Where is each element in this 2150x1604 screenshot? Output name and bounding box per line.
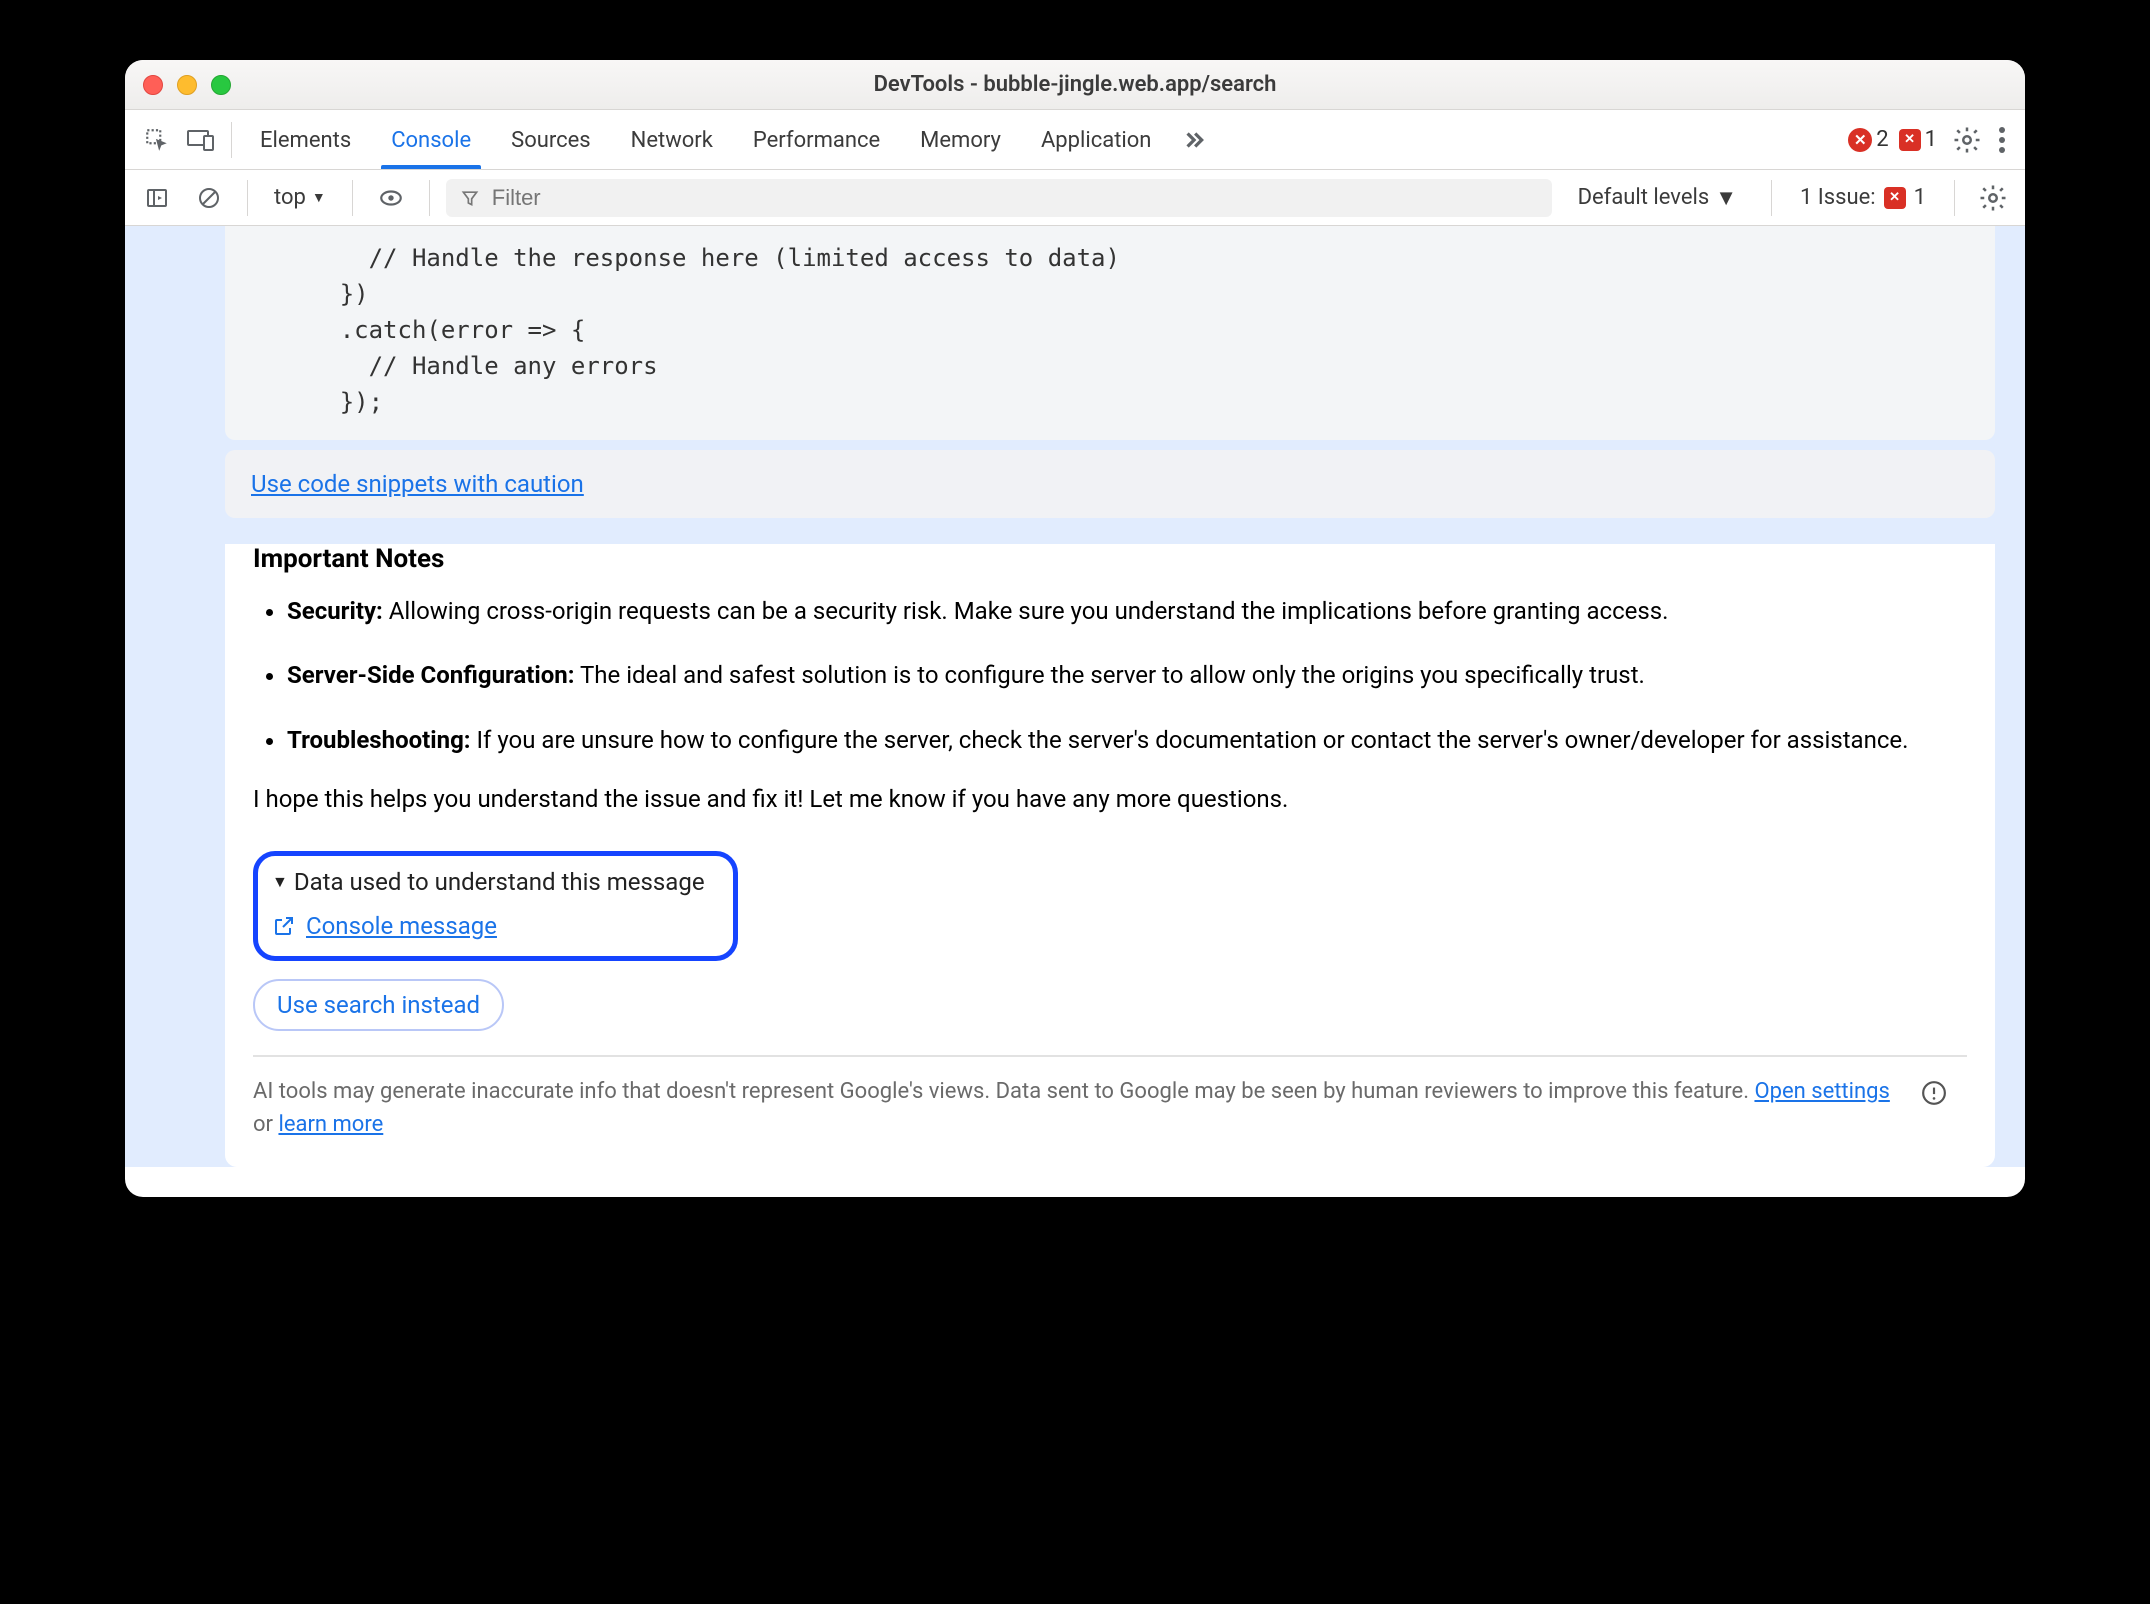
divider xyxy=(352,180,353,216)
status-badges: ✕ 2 ✕ 1 xyxy=(1848,127,1937,152)
clear-console-icon[interactable] xyxy=(187,176,231,220)
tab-network[interactable]: Network xyxy=(611,111,733,168)
dropdown-icon: ▼ xyxy=(1715,185,1737,211)
issues-count: 1 xyxy=(1914,185,1926,210)
inspect-element-icon[interactable] xyxy=(135,118,179,162)
ai-footer: AI tools may generate inaccurate info th… xyxy=(253,1055,1967,1167)
issue-count-top: 1 xyxy=(1925,127,1937,152)
divider xyxy=(1954,180,1955,216)
important-notes-heading: Important Notes xyxy=(253,544,1967,574)
list-item: Troubleshooting: If you are unsure how t… xyxy=(287,721,1967,759)
device-toggle-icon[interactable] xyxy=(179,118,223,162)
divider xyxy=(231,122,232,158)
tab-strip: Elements Console Sources Network Perform… xyxy=(240,111,1171,168)
error-icon: ✕ xyxy=(1848,128,1872,152)
list-item: Server-Side Configuration: The ideal and… xyxy=(287,656,1967,694)
divider xyxy=(429,180,430,216)
console-toolbar: top ▼ Default levels ▼ 1 Issue: ✕ 1 xyxy=(125,170,2025,226)
console-body: // Handle the response here (limited acc… xyxy=(125,226,2025,1167)
footer-text: AI tools may generate inaccurate info th… xyxy=(253,1075,1901,1141)
caution-box: Use code snippets with caution xyxy=(225,450,1995,518)
tab-performance[interactable]: Performance xyxy=(733,111,900,168)
tab-sources[interactable]: Sources xyxy=(491,111,611,168)
callout-title: Data used to understand this message xyxy=(294,868,705,896)
issue-count-badge[interactable]: ✕ 1 xyxy=(1899,127,1937,152)
notes-list: Security: Allowing cross-origin requests… xyxy=(287,592,1967,759)
more-tabs-icon[interactable] xyxy=(1171,118,1215,162)
filter-icon xyxy=(460,188,480,208)
ai-response-panel: Important Notes Security: Allowing cross… xyxy=(225,544,1995,1167)
tab-elements[interactable]: Elements xyxy=(240,111,371,168)
issues-indicator[interactable]: 1 Issue: ✕ 1 xyxy=(1788,185,1938,210)
settings-gear-icon[interactable] xyxy=(1945,118,1989,162)
window-title: DevTools - bubble-jingle.web.app/search xyxy=(125,72,2025,97)
console-message-link[interactable]: Console message xyxy=(306,912,497,940)
context-label: top xyxy=(274,185,306,210)
open-settings-link[interactable]: Open settings xyxy=(1754,1079,1889,1104)
caution-link[interactable]: Use code snippets with caution xyxy=(251,470,584,498)
tab-console[interactable]: Console xyxy=(371,111,491,168)
divider xyxy=(1771,180,1772,216)
context-selector[interactable]: top ▼ xyxy=(264,185,336,210)
closing-text: I hope this helps you understand the iss… xyxy=(253,785,1967,813)
levels-label: Default levels xyxy=(1578,185,1710,210)
tab-memory[interactable]: Memory xyxy=(900,111,1021,168)
error-count: 2 xyxy=(1876,127,1888,152)
issue-icon: ✕ xyxy=(1884,187,1906,209)
learn-more-link[interactable]: learn more xyxy=(278,1112,383,1137)
divider xyxy=(247,180,248,216)
dropdown-icon: ▼ xyxy=(312,189,326,206)
issues-label: 1 Issue: xyxy=(1800,185,1876,210)
devtools-window: DevTools - bubble-jingle.web.app/search … xyxy=(125,60,2025,1197)
list-item: Security: Allowing cross-origin requests… xyxy=(287,592,1967,630)
main-toolbar: Elements Console Sources Network Perform… xyxy=(125,110,2025,170)
use-search-button[interactable]: Use search instead xyxy=(253,979,504,1031)
console-settings-gear-icon[interactable] xyxy=(1971,176,2015,220)
open-external-icon xyxy=(272,914,296,938)
log-levels-selector[interactable]: Default levels ▼ xyxy=(1560,185,1755,211)
error-count-badge[interactable]: ✕ 2 xyxy=(1848,127,1888,152)
tab-application[interactable]: Application xyxy=(1021,111,1171,168)
code-snippet: // Handle the response here (limited acc… xyxy=(225,226,1995,440)
callout-toggle[interactable]: ▼ Data used to understand this message xyxy=(272,868,705,896)
info-warning-icon[interactable] xyxy=(1921,1079,1947,1107)
issue-icon: ✕ xyxy=(1899,129,1921,151)
toggle-sidebar-icon[interactable] xyxy=(135,176,179,220)
data-used-callout: ▼ Data used to understand this message C… xyxy=(253,851,738,961)
filter-box[interactable] xyxy=(446,179,1552,217)
disclosure-triangle-icon: ▼ xyxy=(272,872,288,892)
live-expression-icon[interactable] xyxy=(369,176,413,220)
filter-input[interactable] xyxy=(492,185,1538,211)
titlebar: DevTools - bubble-jingle.web.app/search xyxy=(125,60,2025,110)
kebab-menu-icon[interactable] xyxy=(1989,127,2015,153)
